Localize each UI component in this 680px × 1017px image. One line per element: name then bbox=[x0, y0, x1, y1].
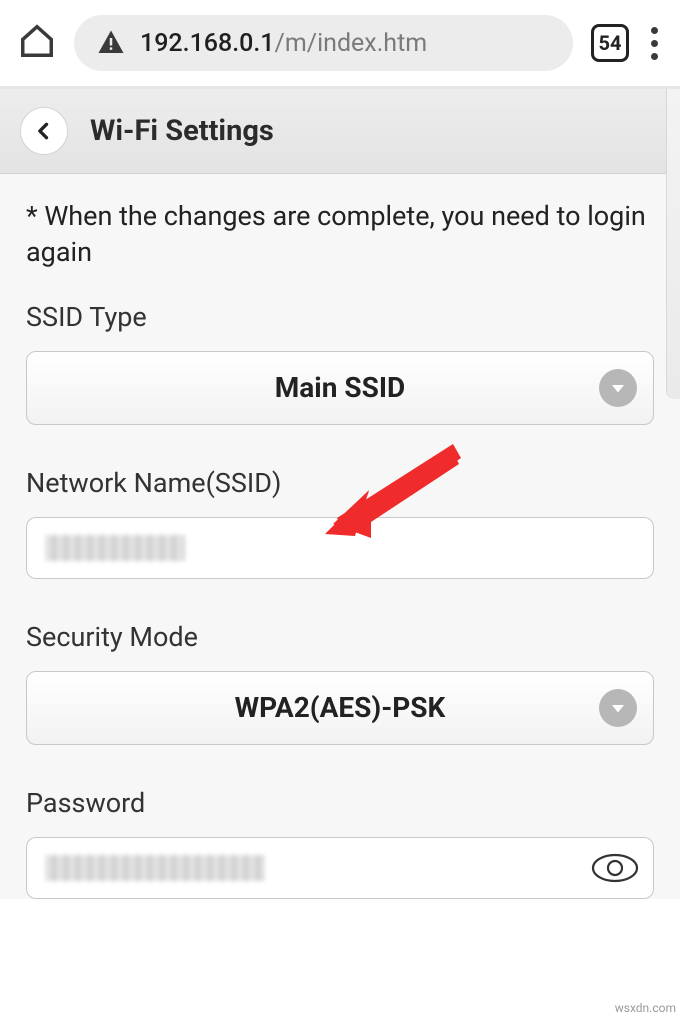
browser-toolbar: 192.168.0.1/m/index.htm 54 bbox=[0, 0, 680, 86]
security-mode-label: Security Mode bbox=[26, 621, 654, 653]
tab-count-value: 54 bbox=[599, 31, 622, 55]
url-path: /m/index.htm bbox=[275, 29, 428, 58]
home-icon[interactable] bbox=[18, 22, 56, 64]
settings-form: * When the changes are complete, you nee… bbox=[0, 174, 680, 899]
network-name-label: Network Name(SSID) bbox=[26, 467, 654, 499]
password-input[interactable] bbox=[26, 837, 654, 899]
redacted-value bbox=[45, 855, 265, 881]
ssid-type-label: SSID Type bbox=[26, 301, 654, 333]
security-mode-select[interactable]: WPA2(AES)-PSK bbox=[26, 671, 654, 745]
chevron-down-icon bbox=[599, 689, 637, 727]
ssid-type-select[interactable]: Main SSID bbox=[26, 351, 654, 425]
password-label: Password bbox=[26, 787, 654, 819]
watermark: wsxdn.com bbox=[615, 1001, 676, 1015]
ssid-type-value: Main SSID bbox=[275, 371, 405, 404]
back-button[interactable] bbox=[20, 107, 68, 155]
security-mode-value: WPA2(AES)-PSK bbox=[235, 691, 446, 724]
page-header: Wi-Fi Settings bbox=[0, 89, 680, 174]
tab-count-button[interactable]: 54 bbox=[591, 24, 629, 62]
overflow-menu-icon[interactable] bbox=[647, 23, 662, 64]
redacted-value bbox=[45, 535, 185, 561]
chevron-down-icon bbox=[599, 369, 637, 407]
url-text: 192.168.0.1/m/index.htm bbox=[140, 29, 427, 58]
scrollbar[interactable] bbox=[666, 89, 680, 399]
toggle-password-visibility[interactable] bbox=[591, 853, 639, 883]
page-title: Wi-Fi Settings bbox=[90, 114, 274, 148]
url-host: 192.168.0.1 bbox=[140, 29, 275, 58]
notice-text: * When the changes are complete, you nee… bbox=[26, 198, 654, 271]
not-secure-icon bbox=[96, 28, 126, 58]
network-name-input[interactable] bbox=[26, 517, 654, 579]
address-bar[interactable]: 192.168.0.1/m/index.htm bbox=[74, 15, 573, 71]
